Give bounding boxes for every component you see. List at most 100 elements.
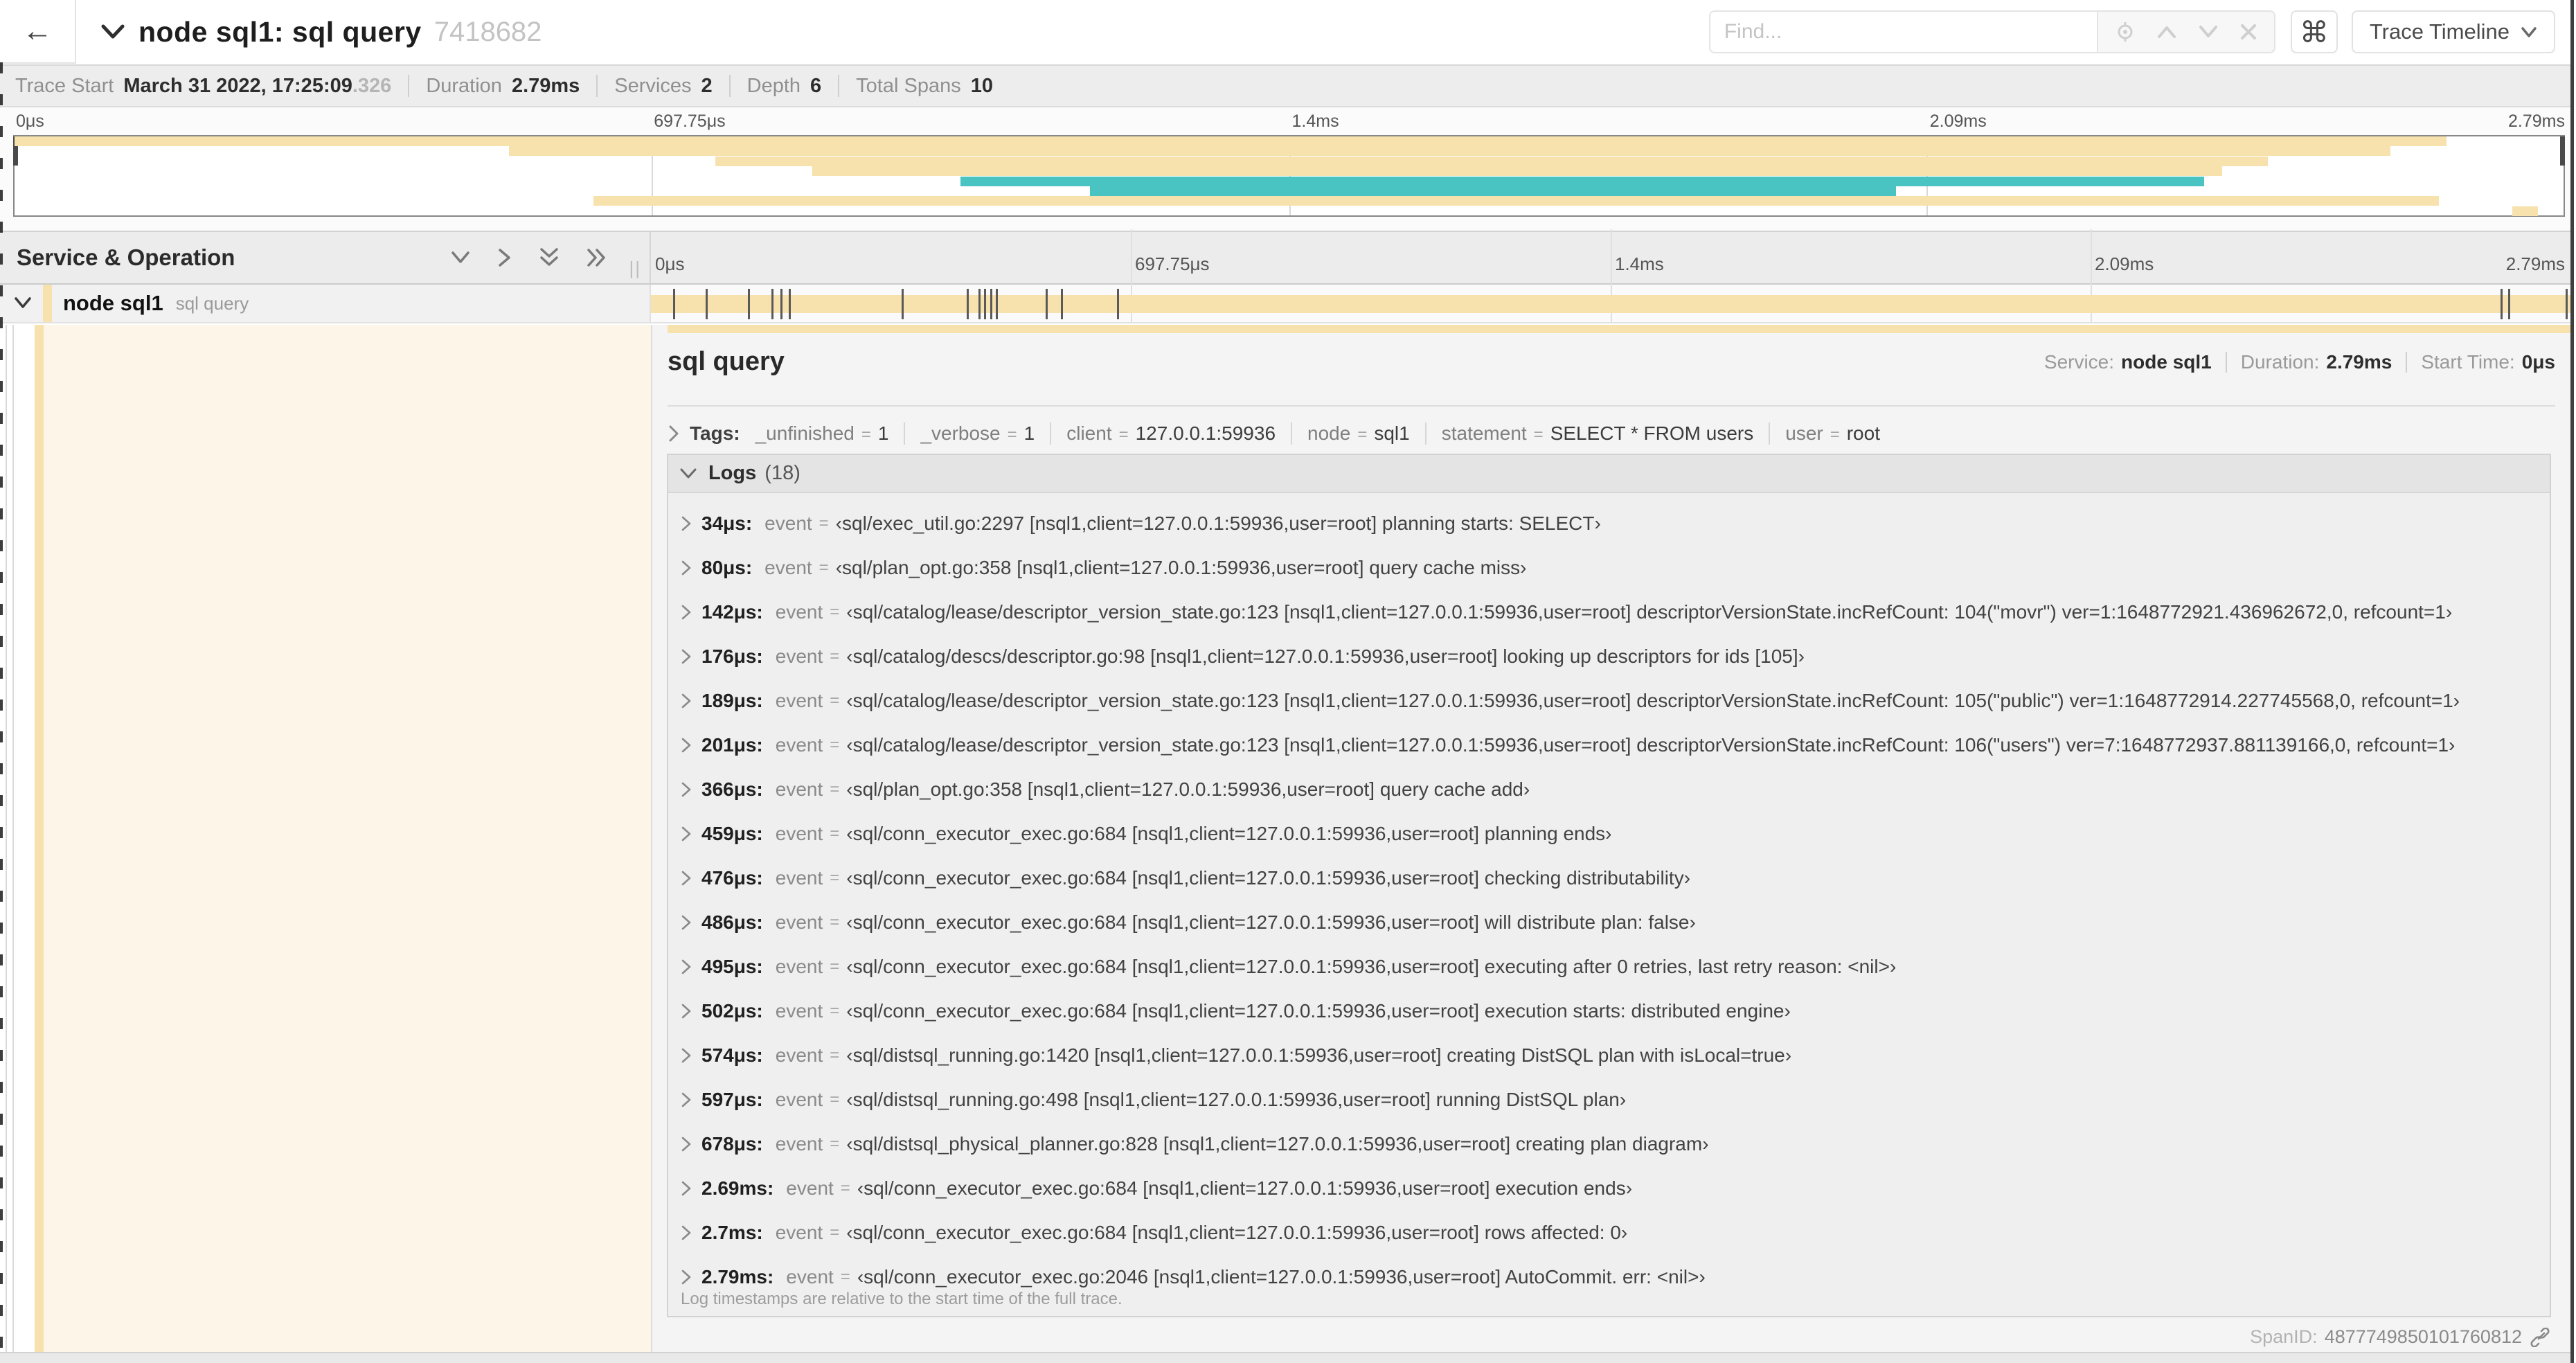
tags-accordion[interactable]: Tags: _unfinished = 1 _verbose = 1 client = 127.…	[668, 413, 2555, 454]
find-input[interactable]	[1708, 10, 2097, 53]
log-field-value: ‹sql/conn_executor_exec.go:2046 [nsql1,c…	[857, 1266, 1706, 1288]
expand-one-icon[interactable]	[497, 247, 512, 268]
chevron-right-icon	[681, 648, 692, 665]
tag-value: SELECT * FROM users	[1550, 422, 1754, 444]
log-marker-tick[interactable]	[1061, 289, 1064, 319]
collapse-all-icon[interactable]	[539, 247, 560, 269]
link-icon[interactable]	[2522, 1327, 2550, 1347]
log-marker-tick[interactable]	[771, 289, 773, 319]
log-marker-tick[interactable]	[788, 289, 791, 319]
log-marker-tick[interactable]	[2501, 289, 2503, 319]
equals-sign: =	[1533, 425, 1544, 444]
log-marker-tick[interactable]	[2566, 289, 2568, 319]
minimap-span-bar	[812, 166, 2222, 177]
log-timestamp: 476μs:	[701, 867, 763, 889]
log-row[interactable]: 2.7ms: event = ‹sql/conn_executor_exec.go:6…	[681, 1211, 2550, 1255]
span-row-name-column[interactable]: node sql1 sql query	[0, 285, 651, 322]
tag-item[interactable]: statement = SELECT * FROM users	[1442, 422, 1771, 445]
scrollbar[interactable]	[2570, 0, 2574, 1363]
log-row[interactable]: 678μs: event = ‹sql/distsql_physical_planne…	[681, 1122, 2550, 1166]
trace-id: 7418682	[433, 16, 542, 47]
log-marker-tick[interactable]	[2508, 289, 2511, 319]
minimap-tick-label: 0μs	[16, 112, 44, 131]
minimap-right-drag-handle[interactable]	[2560, 136, 2565, 166]
tag-key: node	[1307, 422, 1351, 444]
log-marker-tick[interactable]	[1116, 289, 1119, 319]
log-row[interactable]: 597μs: event = ‹sql/distsql_running.go:498 …	[681, 1078, 2550, 1122]
log-marker-tick[interactable]	[984, 289, 987, 319]
log-row[interactable]: 495μs: event = ‹sql/conn_executor_exec.go:6…	[681, 945, 2550, 989]
log-marker-tick[interactable]	[1046, 289, 1048, 319]
log-marker-tick[interactable]	[902, 289, 904, 319]
log-field-value: ‹sql/catalog/lease/descriptor_version_st…	[846, 690, 2460, 711]
chevron-down-icon	[679, 467, 697, 480]
log-marker-tick[interactable]	[990, 289, 992, 319]
span-row-track[interactable]	[651, 229, 2570, 322]
minimap-tick-label: 697.75μs	[654, 112, 726, 131]
tag-item[interactable]: node = sql1	[1307, 422, 1426, 445]
log-row[interactable]: 366μs: event = ‹sql/plan_opt.go:358 [nsql1,…	[681, 767, 2550, 812]
tag-item[interactable]: client = 127.0.0.1:59936	[1066, 422, 1293, 445]
log-marker-tick[interactable]	[978, 289, 981, 319]
service-color-bar	[43, 285, 52, 322]
log-marker-tick[interactable]	[706, 289, 708, 319]
duration-label: Duration:	[2240, 350, 2320, 373]
back-button[interactable]: ←	[0, 0, 76, 64]
logs-accordion-header[interactable]: Logs (18)	[668, 455, 2550, 493]
prev-match-icon[interactable]	[2156, 24, 2177, 39]
log-field-value: ‹sql/conn_executor_exec.go:684 [nsql1,cl…	[846, 911, 1696, 933]
log-field-key: event	[775, 1044, 823, 1066]
tag-item[interactable]: _verbose = 1	[920, 422, 1052, 445]
scope-icon[interactable]	[2115, 21, 2136, 42]
log-row[interactable]: 189μs: event = ‹sql/catalog/lease/descripto…	[681, 679, 2550, 723]
log-row[interactable]: 502μs: event = ‹sql/conn_executor_exec.go:6…	[681, 989, 2550, 1033]
equals-sign: =	[830, 647, 840, 666]
equals-sign: =	[1830, 425, 1840, 444]
depth-value: 6	[810, 74, 822, 97]
span-duration-bar[interactable]	[651, 295, 2570, 313]
divider	[728, 75, 731, 97]
trace-title-wrap[interactable]: node sql1: sql query 7418682	[101, 16, 1709, 48]
log-marker-tick[interactable]	[967, 289, 969, 319]
log-row[interactable]: 142μs: event = ‹sql/catalog/lease/descripto…	[681, 590, 2550, 634]
log-row[interactable]: 2.69ms: event = ‹sql/conn_executor_exec.go:…	[681, 1166, 2550, 1211]
log-row[interactable]: 34μs: event = ‹sql/exec_util.go:2297 [nsql1…	[681, 501, 2550, 546]
log-row[interactable]: 201μs: event = ‹sql/catalog/lease/descripto…	[681, 723, 2550, 767]
view-selector-button[interactable]: Trace Timeline	[2351, 10, 2555, 53]
trace-start-value: March 31 2022, 17:25:09	[123, 74, 352, 97]
tag-item[interactable]: _unfinished = 1	[755, 422, 906, 445]
log-field-key: event	[786, 1177, 834, 1199]
chevron-right-icon	[681, 781, 692, 798]
log-row[interactable]: 574μs: event = ‹sql/distsql_running.go:1420…	[681, 1033, 2550, 1078]
log-field-key: event	[775, 601, 823, 623]
log-row[interactable]: 80μs: event = ‹sql/plan_opt.go:358 [nsql1,c…	[681, 546, 2550, 590]
log-timestamp: 366μs:	[701, 778, 763, 800]
log-row[interactable]: 486μs: event = ‹sql/conn_executor_exec.go:6…	[681, 900, 2550, 945]
span-row[interactable]: node sql1 sql query	[0, 229, 2570, 323]
log-marker-tick[interactable]	[780, 289, 783, 319]
log-row[interactable]: 476μs: event = ‹sql/conn_executor_exec.go:6…	[681, 856, 2550, 900]
log-row[interactable]: 176μs: event = ‹sql/catalog/descs/descripto…	[681, 634, 2550, 679]
chevron-right-icon	[681, 693, 692, 709]
tag-item[interactable]: user = root	[1785, 422, 1895, 445]
expand-all-icon[interactable]	[586, 247, 608, 268]
log-marker-tick[interactable]	[673, 289, 676, 319]
equals-sign: =	[1118, 425, 1129, 444]
tag-key: _verbose	[920, 422, 1001, 444]
clear-search-icon[interactable]	[2239, 23, 2257, 41]
chevron-right-icon	[681, 870, 692, 887]
log-marker-tick[interactable]	[995, 289, 998, 319]
log-row[interactable]: 459μs: event = ‹sql/conn_executor_exec.go:6…	[681, 812, 2550, 856]
trace-info-bar: Trace Start March 31 2022, 17:25:09 .326…	[0, 64, 2570, 107]
next-match-icon[interactable]	[2198, 24, 2219, 39]
minimap-canvas[interactable]	[13, 135, 2565, 217]
equals-sign: =	[830, 1090, 840, 1109]
keyboard-shortcuts-button[interactable]: ⌘	[2290, 10, 2338, 53]
log-timestamp: 574μs:	[701, 1044, 763, 1066]
collapse-one-icon[interactable]	[450, 250, 471, 265]
minimap-span-bar	[15, 136, 2447, 146]
chevron-down-icon[interactable]	[14, 296, 32, 310]
span-id-value: 4877749850101760812	[2324, 1326, 2522, 1347]
log-marker-tick[interactable]	[748, 289, 751, 319]
column-resize-grip[interactable]: ||	[629, 258, 641, 279]
